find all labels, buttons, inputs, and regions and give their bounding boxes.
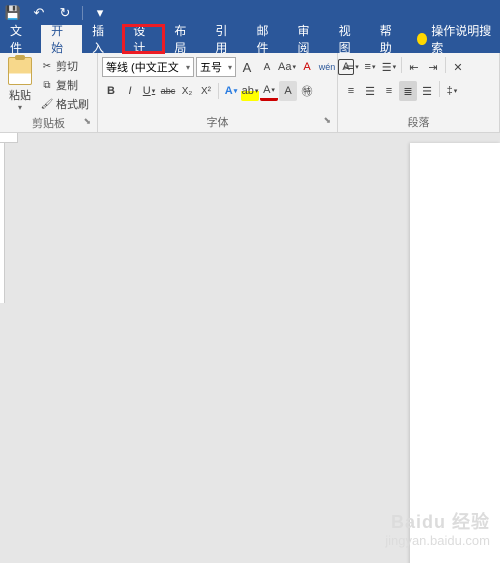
- paste-label: 粘贴: [9, 87, 31, 103]
- group-font: 等线 (中文正文▾ 五号▾ A A Aa▾ A wén A B I U▾ abc…: [98, 53, 338, 132]
- phonetic-guide-button[interactable]: wén: [318, 57, 336, 77]
- bold-button[interactable]: B: [102, 81, 120, 101]
- numbering-button[interactable]: ≡▾: [361, 57, 379, 77]
- tell-me-label: 操作说明搜索: [431, 22, 494, 56]
- format-painter-label: 格式刷: [56, 96, 89, 112]
- align-right-button[interactable]: ≡: [380, 81, 398, 101]
- document-canvas[interactable]: Baidu 经验 jingyan.baidu.com: [0, 133, 500, 563]
- text-effects-button[interactable]: A▾: [222, 81, 240, 101]
- cut-label: 剪切: [56, 58, 78, 74]
- align-left-button[interactable]: ≡: [342, 81, 360, 101]
- save-button[interactable]: 💾: [4, 4, 22, 22]
- tab-help[interactable]: 帮助: [370, 25, 411, 53]
- scissors-icon: ✂: [41, 60, 53, 72]
- tab-design[interactable]: 设计: [123, 25, 164, 53]
- justify-button[interactable]: ≣: [399, 81, 417, 101]
- font-color-button[interactable]: A▾: [260, 81, 278, 101]
- undo-button[interactable]: ↶: [30, 4, 48, 22]
- tab-file[interactable]: 文件: [0, 25, 41, 53]
- group-label-clipboard: 剪贴板 ⬊: [4, 114, 93, 133]
- copy-label: 复制: [56, 77, 78, 93]
- enclose-chars-button[interactable]: ㊕: [298, 81, 316, 101]
- title-bar: 💾 ↶ ↻ ▾: [0, 0, 500, 25]
- brush-icon: 🖌: [41, 98, 53, 110]
- format-painter-button[interactable]: 🖌 格式刷: [38, 95, 92, 113]
- copy-icon: ⧉: [41, 79, 53, 91]
- tab-references[interactable]: 引用: [205, 25, 246, 53]
- bullets-button[interactable]: ≔▾: [342, 57, 360, 77]
- group-label-font: 字体 ⬊: [102, 113, 333, 132]
- paste-icon: [8, 57, 32, 85]
- separator: [445, 57, 446, 73]
- shrink-font-button[interactable]: A: [258, 57, 276, 77]
- document-page[interactable]: [410, 143, 500, 563]
- cut-button[interactable]: ✂ 剪切: [38, 57, 92, 75]
- clear-format-button[interactable]: A: [298, 57, 316, 77]
- decrease-indent-button[interactable]: ⇤: [405, 57, 423, 77]
- group-label-paragraph: 段落: [342, 113, 495, 132]
- highlight-button[interactable]: ab▾: [241, 81, 259, 101]
- group-paragraph: ≔▾ ≡▾ ☰▾ ⇤ ⇥ ✕ ≡ ☰ ≡ ≣ ☰ ‡▾ 段落: [338, 53, 500, 132]
- copy-button[interactable]: ⧉ 复制: [38, 76, 92, 94]
- font-launcher[interactable]: ⬊: [323, 115, 331, 126]
- separator: [439, 81, 440, 97]
- underline-button[interactable]: U▾: [140, 81, 158, 101]
- font-name-value: 等线 (中文正文: [106, 59, 179, 75]
- tell-me-search[interactable]: 操作说明搜索: [411, 25, 500, 53]
- tab-insert[interactable]: 插入: [82, 25, 123, 53]
- page-edge-left: [0, 143, 7, 563]
- ruler-corner: [0, 133, 18, 143]
- align-center-button[interactable]: ☰: [361, 81, 379, 101]
- multilevel-button[interactable]: ☰▾: [380, 57, 398, 77]
- tab-mailings[interactable]: 邮件: [246, 25, 287, 53]
- group-clipboard: 粘贴 ▾ ✂ 剪切 ⧉ 复制 🖌 格式刷 剪贴板 ⬊: [0, 53, 98, 132]
- font-size-combo[interactable]: 五号▾: [196, 57, 236, 77]
- clipboard-launcher[interactable]: ⬊: [83, 116, 91, 127]
- ribbon: 粘贴 ▾ ✂ 剪切 ⧉ 复制 🖌 格式刷 剪贴板 ⬊: [0, 53, 500, 133]
- separator: [218, 83, 219, 99]
- qat-customize[interactable]: ▾: [91, 4, 109, 22]
- ribbon-tabs: 文件 开始 插入 设计 布局 引用 邮件 审阅 视图 帮助 操作说明搜索: [0, 25, 500, 53]
- grow-font-button[interactable]: A: [238, 57, 256, 77]
- paste-button[interactable]: 粘贴 ▾: [4, 55, 36, 114]
- tab-home[interactable]: 开始: [41, 25, 82, 53]
- italic-button[interactable]: I: [121, 81, 139, 101]
- increase-indent-button[interactable]: ⇥: [424, 57, 442, 77]
- subscript-button[interactable]: X₂: [178, 81, 196, 101]
- separator: [401, 57, 402, 73]
- redo-button[interactable]: ↻: [56, 4, 74, 22]
- chevron-down-icon: ▾: [18, 103, 22, 112]
- font-name-combo[interactable]: 等线 (中文正文▾: [102, 57, 194, 77]
- font-size-value: 五号: [200, 59, 222, 75]
- tab-view[interactable]: 视图: [329, 25, 370, 53]
- tab-layout[interactable]: 布局: [164, 25, 205, 53]
- bulb-icon: [417, 33, 427, 45]
- distributed-button[interactable]: ☰: [418, 81, 436, 101]
- change-case-button[interactable]: Aa▾: [278, 57, 296, 77]
- superscript-button[interactable]: X²: [197, 81, 215, 101]
- char-shading-button[interactable]: A: [279, 81, 297, 101]
- strikethrough-button[interactable]: abc: [159, 81, 177, 101]
- sort-button[interactable]: ✕: [449, 57, 467, 77]
- line-spacing-button[interactable]: ‡▾: [443, 81, 461, 101]
- tab-review[interactable]: 审阅: [288, 25, 329, 53]
- qat-separator: [82, 6, 83, 20]
